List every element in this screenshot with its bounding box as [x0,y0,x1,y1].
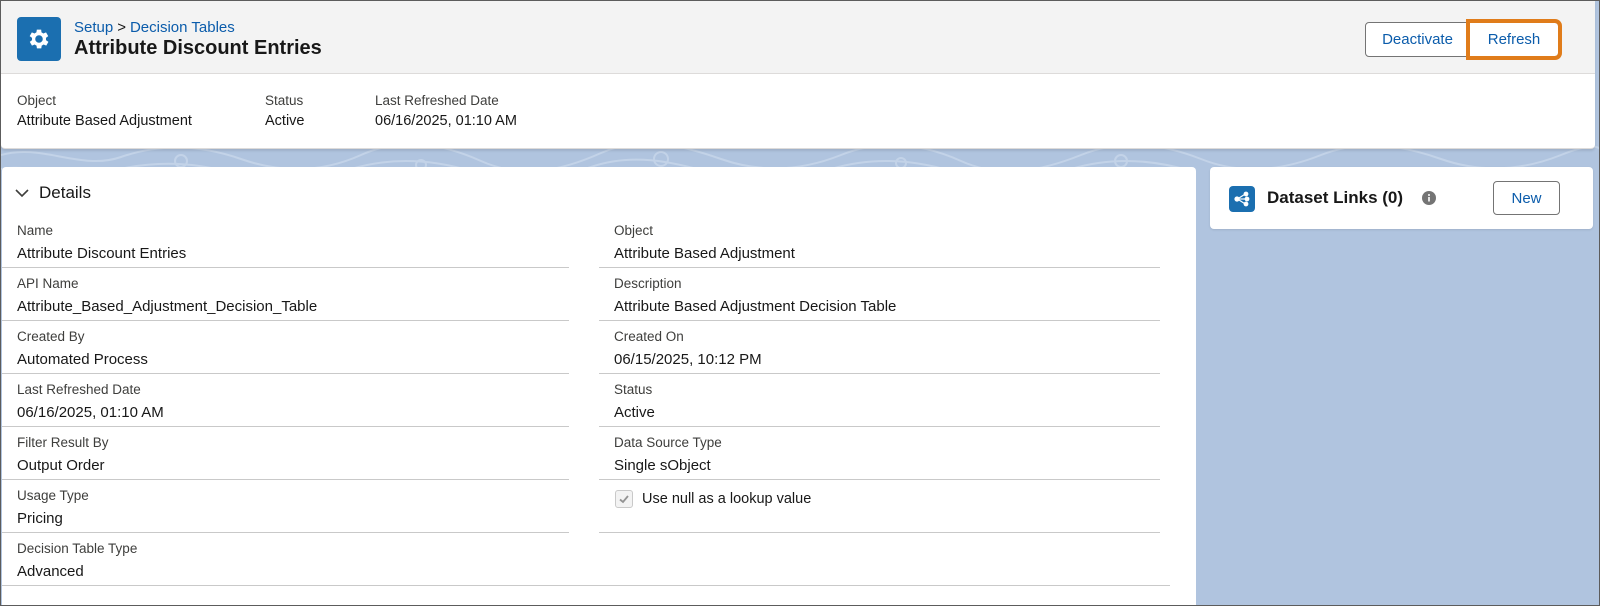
field-label: Created By [17,329,85,344]
highlight-status-value: Active [265,113,305,129]
field-value: Attribute Based Adjustment [614,245,795,262]
dataset-links-icon [1229,186,1255,212]
highlight-object-label: Object [17,93,57,108]
highlight-last-refreshed-label: Last Refreshed Date [375,93,499,108]
checkmark-icon [619,495,629,504]
header-action-buttons: Deactivate Refresh [1365,19,1562,60]
page-title: Attribute Discount Entries [74,37,322,59]
highlight-object-value: Attribute Based Adjustment [17,113,192,129]
dataset-links-card: Dataset Links (0) New [1210,167,1593,229]
refresh-button[interactable]: Refresh [1466,19,1562,60]
use-null-lookup-label: Use null as a lookup value [642,491,812,507]
field-value: Pricing [17,510,63,527]
field-label: Data Source Type [614,435,722,450]
breadcrumb: Setup > Decision Tables [74,19,235,36]
field-value: 06/16/2025, 01:10 AM [17,404,164,421]
header-top-bar: Setup > Decision Tables Attribute Discount… [1,1,1595,74]
details-card: Details Name Attribute Discount Entries … [2,167,1196,605]
record-header: Setup > Decision Tables Attribute Discount… [1,1,1595,149]
field-value: Attribute_Based_Adjustment_Decision_Tabl… [17,298,318,315]
field-label: API Name [17,276,79,291]
field-value: Advanced [17,563,84,580]
breadcrumb-setup-link[interactable]: Setup [74,19,113,36]
highlight-last-refreshed: Last Refreshed Date 06/16/2025, 01:10 AM [375,93,517,131]
field-label: Object [614,223,654,238]
details-section-toggle[interactable]: Details [14,183,91,203]
chevron-down-icon [15,189,29,198]
field-value: Output Order [17,457,105,474]
field-filter-result-by: Filter Result By Output Order [2,427,569,480]
field-use-null-lookup: Use null as a lookup value [599,480,1160,533]
details-section-title: Details [39,183,91,202]
field-label: Created On [614,329,684,344]
use-null-lookup-checkbox [615,490,633,508]
highlight-status: Status Active [265,93,305,131]
field-usage-type: Usage Type Pricing [2,480,569,533]
highlights-panel: Object Attribute Based Adjustment Status… [17,93,587,131]
field-label: Status [614,382,653,397]
field-decision-table-type: Decision Table Type Advanced [2,533,1170,586]
field-status: Status Active [599,374,1160,427]
field-label: Filter Result By [17,435,109,450]
field-value: 06/15/2025, 10:12 PM [614,351,762,368]
app-frame: Setup > Decision Tables Attribute Discount… [0,0,1600,606]
field-value: Attribute Based Adjustment Decision Tabl… [614,298,897,315]
field-label: Usage Type [17,488,89,503]
breadcrumb-decision-tables-link[interactable]: Decision Tables [130,19,235,36]
use-null-lookup-row: Use null as a lookup value [615,490,811,508]
field-api-name: API Name Attribute_Based_Adjustment_Deci… [2,268,569,321]
field-created-by: Created By Automated Process [2,321,569,374]
field-label: Name [17,223,54,238]
field-last-refreshed-date: Last Refreshed Date 06/16/2025, 01:10 AM [2,374,569,427]
field-object: Object Attribute Based Adjustment [599,215,1160,268]
field-value: Single sObject [614,457,711,474]
field-label: Last Refreshed Date [17,382,141,397]
highlight-status-label: Status [265,93,304,108]
field-value: Automated Process [17,351,148,368]
new-dataset-link-button[interactable]: New [1493,181,1560,215]
field-name: Name Attribute Discount Entries [2,215,569,268]
field-value: Attribute Discount Entries [17,245,187,262]
field-value: Active [614,404,655,421]
field-description: Description Attribute Based Adjustment D… [599,268,1160,321]
highlight-last-refreshed-value: 06/16/2025, 01:10 AM [375,113,517,129]
highlight-object: Object Attribute Based Adjustment [17,93,195,131]
deactivate-button[interactable]: Deactivate [1365,22,1470,57]
dataset-links-title: Dataset Links (0) [1267,188,1404,207]
field-created-on: Created On 06/15/2025, 10:12 PM [599,321,1160,374]
field-label: Description [614,276,682,291]
info-icon[interactable] [1422,191,1436,205]
breadcrumb-separator: > [117,19,126,36]
field-label: Decision Table Type [17,541,138,556]
field-data-source-type: Data Source Type Single sObject [599,427,1160,480]
gear-icon [17,17,61,61]
